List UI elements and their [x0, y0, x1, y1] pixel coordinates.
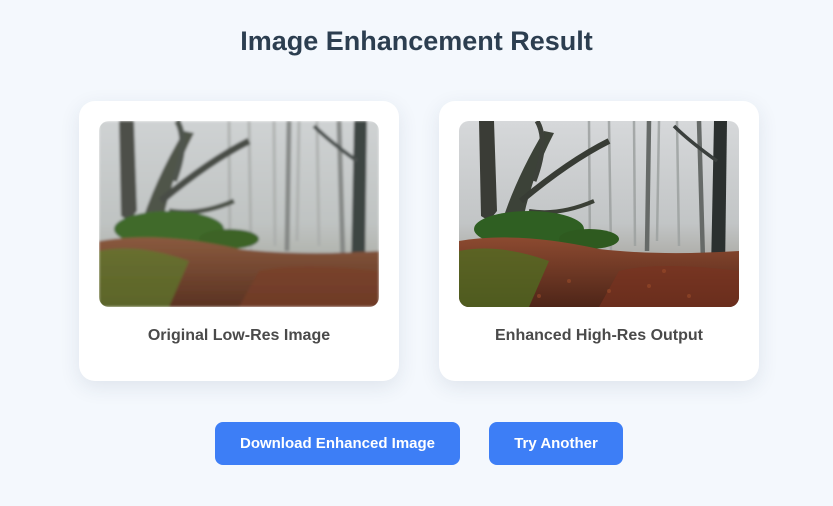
original-image-caption: Original Low-Res Image — [147, 327, 331, 344]
page-title: Image Enhancement Result — [240, 26, 593, 56]
enhanced-image-card: Enhanced High-Res Output — [439, 101, 759, 381]
enhanced-image-caption: Enhanced High-Res Output — [495, 327, 703, 344]
try-another-button[interactable]: Try Another — [489, 422, 623, 465]
original-image-card: Original Low-Res Image — [79, 101, 399, 381]
download-enhanced-button[interactable]: Download Enhanced Image — [215, 422, 460, 465]
original-image — [99, 121, 379, 307]
enhanced-image — [459, 121, 739, 307]
